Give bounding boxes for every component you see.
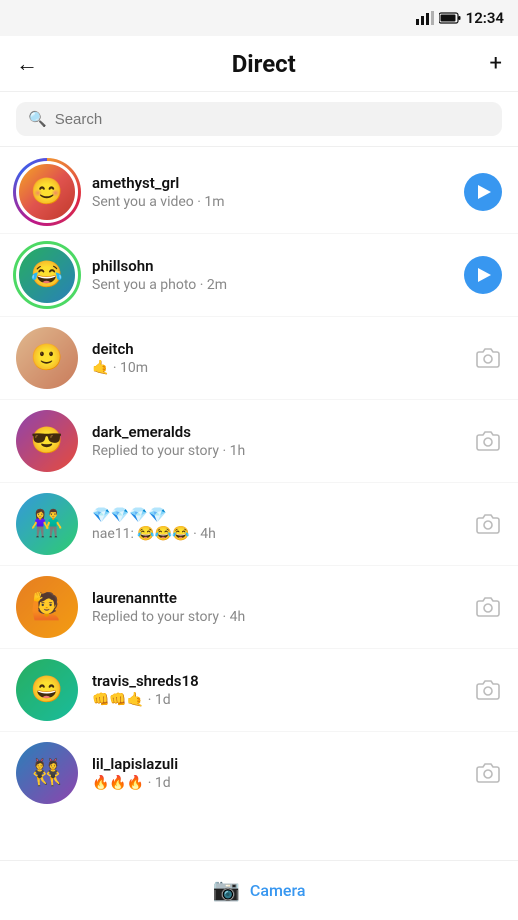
camera-icon[interactable]	[474, 510, 502, 538]
list-item[interactable]: 👫 💎💎💎💎 nae11: 😂😂😂 · 4h	[0, 483, 518, 566]
convo-text: laurenanntte Replied to your story · 4h	[92, 589, 460, 625]
back-button[interactable]: ←	[16, 51, 38, 77]
camera-icon[interactable]	[474, 593, 502, 621]
convo-text: deitch 🤙 · 10m	[92, 340, 460, 376]
camera-bottom-icon: 📷	[213, 878, 240, 903]
camera-icon[interactable]	[474, 427, 502, 455]
convo-name: dark_emeralds	[92, 423, 460, 441]
play-button[interactable]	[464, 173, 502, 211]
convo-name: laurenanntte	[92, 589, 460, 607]
avatar-wrap: 😊	[16, 161, 78, 223]
convo-text: lil_lapislazuli 🔥🔥🔥 · 1d	[92, 755, 460, 791]
list-item[interactable]: 😂 phillsohn Sent you a photo · 2m	[0, 234, 518, 317]
convo-preview: Replied to your story · 1h	[92, 443, 460, 459]
page-title: Direct	[232, 50, 296, 78]
list-item[interactable]: 😊 amethyst_grl Sent you a video · 1m	[0, 151, 518, 234]
convo-text: travis_shreds18 👊👊🤙 · 1d	[92, 672, 460, 708]
convo-preview: Sent you a photo · 2m	[92, 277, 450, 293]
signal-icon	[416, 11, 434, 25]
convo-name: lil_lapislazuli	[92, 755, 460, 773]
avatar-wrap: 🙋	[16, 576, 78, 638]
convo-text: 💎💎💎💎 nae11: 😂😂😂 · 4h	[92, 506, 460, 542]
convo-preview: nae11: 😂😂😂 · 4h	[92, 526, 460, 542]
camera-icon[interactable]	[474, 344, 502, 372]
list-item[interactable]: 🙂 deitch 🤙 · 10m	[0, 317, 518, 400]
avatar-wrap: 😎	[16, 410, 78, 472]
convo-preview: 🔥🔥🔥 · 1d	[92, 775, 460, 791]
play-button[interactable]	[464, 256, 502, 294]
list-item[interactable]: 🙋 laurenanntte Replied to your story · 4…	[0, 566, 518, 649]
divider	[0, 146, 518, 147]
avatar-wrap: 👫	[16, 493, 78, 555]
convo-name: 💎💎💎💎	[92, 506, 460, 524]
battery-icon	[439, 12, 461, 24]
search-bar: 🔍	[16, 102, 502, 136]
avatar-wrap: 😂	[16, 244, 78, 306]
list-item[interactable]: 😎 dark_emeralds Replied to your story · …	[0, 400, 518, 483]
search-input[interactable]	[55, 111, 490, 128]
add-button[interactable]: +	[490, 51, 502, 76]
camera-label[interactable]: Camera	[250, 881, 306, 900]
convo-text: dark_emeralds Replied to your story · 1h	[92, 423, 460, 459]
convo-name: travis_shreds18	[92, 672, 460, 690]
search-icon: 🔍	[28, 110, 47, 128]
status-bar: 12:34	[0, 0, 518, 36]
convo-text: amethyst_grl Sent you a video · 1m	[92, 174, 450, 210]
bottom-bar: 📷 Camera	[0, 860, 518, 920]
convo-preview: 👊👊🤙 · 1d	[92, 692, 460, 708]
avatar-wrap: 😄	[16, 659, 78, 721]
list-item[interactable]: 👯 lil_lapislazuli 🔥🔥🔥 · 1d	[0, 732, 518, 814]
convo-text: phillsohn Sent you a photo · 2m	[92, 257, 450, 293]
avatar-wrap: 👯	[16, 742, 78, 804]
avatar-wrap: 🙂	[16, 327, 78, 389]
conversation-list: 😊 amethyst_grl Sent you a video · 1m 😂 p…	[0, 151, 518, 814]
status-time: 12:34	[466, 9, 504, 27]
convo-name: phillsohn	[92, 257, 450, 275]
convo-preview: Sent you a video · 1m	[92, 194, 450, 210]
convo-preview: Replied to your story · 4h	[92, 609, 460, 625]
header: ← Direct +	[0, 36, 518, 92]
convo-preview: 🤙 · 10m	[92, 360, 460, 376]
camera-icon[interactable]	[474, 759, 502, 787]
convo-name: amethyst_grl	[92, 174, 450, 192]
camera-icon[interactable]	[474, 676, 502, 704]
convo-name: deitch	[92, 340, 460, 358]
status-icons: 12:34	[416, 9, 504, 27]
list-item[interactable]: 😄 travis_shreds18 👊👊🤙 · 1d	[0, 649, 518, 732]
